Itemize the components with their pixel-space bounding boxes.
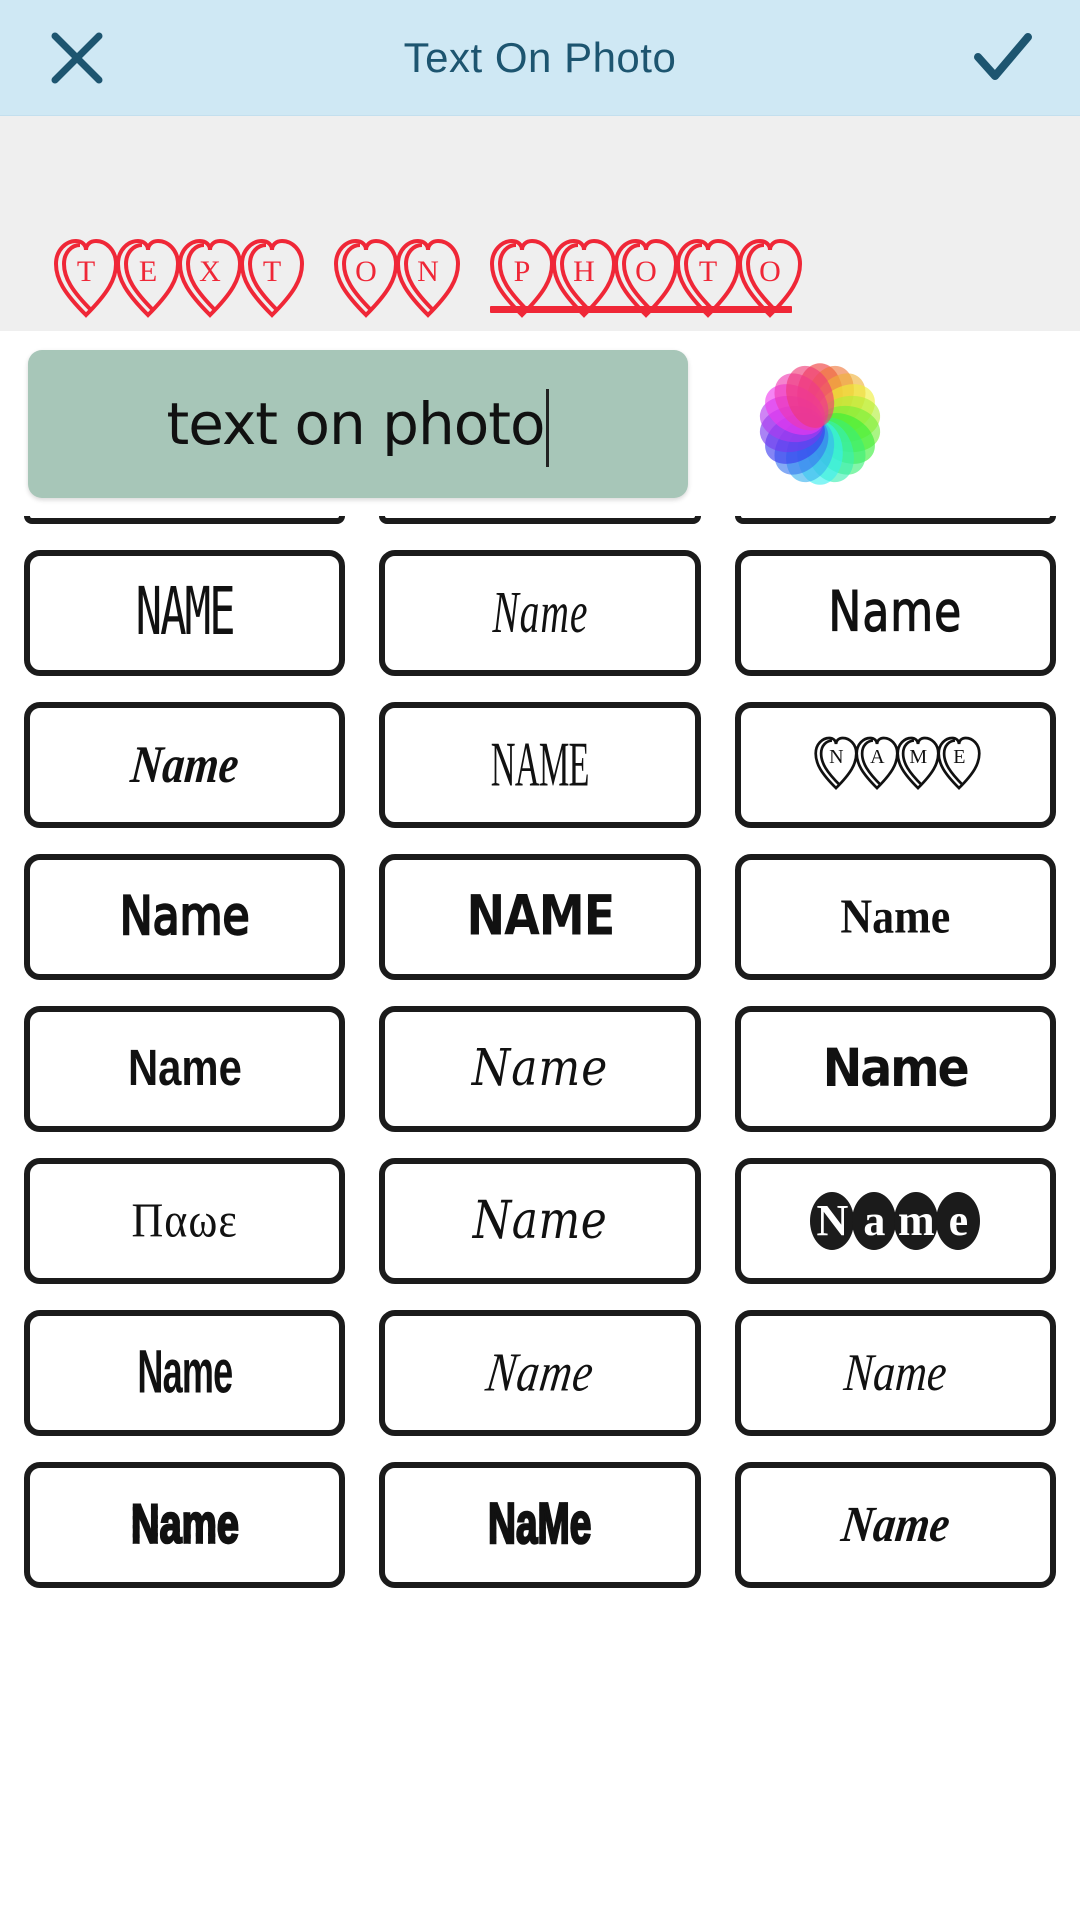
font-style-serif-condensed[interactable]: NAME [379,702,701,828]
font-style-sample: NAME [466,884,615,949]
font-style-rounded-outline[interactable]: Name [734,550,1056,676]
heart-letter: N [813,731,859,791]
font-style-inverted[interactable]: Name [734,1158,1056,1284]
preview-text: T E X T O N P H O T O [52,231,803,319]
editor-row: text on photo [0,331,1080,516]
font-style-sample: Name [130,1493,240,1555]
font-style-sample: Name [828,580,963,645]
confirm-button[interactable] [966,21,1040,95]
font-style-elegant[interactable]: Name [379,1006,701,1132]
font-style-grid: NAME Name Name Name NAME N A M E Name NA… [0,550,1080,1588]
font-style-outline[interactable]: Name [24,854,346,980]
font-style-serif[interactable]: Name [734,854,1056,980]
font-style-greek[interactable]: Παωε [24,1158,346,1284]
font-style-dotted[interactable]: NaMe [379,1462,701,1588]
preview-underline [490,306,792,313]
heart-letter: M [895,731,941,791]
font-style-card[interactable] [379,516,701,524]
inverted-letter: N [810,1192,855,1250]
font-style-funky[interactable]: NAME [379,854,701,980]
font-style-bubble[interactable]: Name [734,1006,1056,1132]
preview-heart-letter: T [238,231,306,319]
font-style-fancy-script[interactable]: Name [379,1158,701,1284]
font-style-sample: Παωε [131,1193,238,1248]
page-title: Text On Photo [403,33,677,81]
font-style-sample: NAME [135,574,236,651]
font-style-patterned[interactable]: Name [24,1462,346,1588]
color-wheel-icon [744,362,896,504]
font-style-thin-script[interactable]: Name [379,550,701,676]
font-style-sample: NAME [491,728,590,800]
photo-preview-canvas[interactable]: T E X T O N P H O T O [0,116,1080,331]
preview-heart-letter: X [176,231,244,319]
heart-letter: E [936,731,982,791]
font-style-hearts[interactable]: N A M E [734,702,1056,828]
checkmark-icon [972,29,1034,87]
app-header: Text On Photo [0,0,1080,116]
font-style-sample: NaMe [487,1492,592,1557]
text-caret [546,388,550,467]
font-style-sample: Name [842,1343,949,1402]
font-style-bold-script[interactable]: Name [24,702,346,828]
font-style-sample: Name [822,1037,970,1099]
text-input-value: text on photo [166,389,546,458]
font-style-sample: Name [119,885,251,947]
font-style-sample: Name [471,1039,609,1098]
text-input-field[interactable]: text on photo [28,349,688,498]
preview-heart-letter: E [114,231,182,319]
font-style-sketch[interactable]: NAME [24,550,346,676]
font-style-sample: Name [810,1192,981,1250]
font-style-sample: Name [491,579,588,646]
close-button[interactable] [40,21,114,95]
font-style-sample: Name [840,889,951,944]
preview-heart-letter: N [394,231,462,319]
preview-heart-letter: T [52,231,120,319]
font-style-sample: Name [128,735,242,794]
font-style-card[interactable] [24,516,346,524]
font-style-list[interactable]: NAME Name Name Name NAME N A M E Name NA… [0,516,1080,1920]
font-style-sample: Name [838,1496,953,1553]
inverted-letter: m [894,1192,939,1250]
font-style-card[interactable] [734,516,1056,524]
font-style-sample: Name [137,1338,233,1407]
font-style-brush[interactable]: Name [734,1462,1056,1588]
font-style-sample: Name [472,1189,608,1251]
font-row-partial-top [0,516,1080,524]
inverted-letter: e [936,1192,981,1250]
font-style-sample: N A M E [813,731,981,799]
color-picker-button[interactable] [744,348,896,500]
preview-heart-letter: O [332,231,400,319]
font-style-sample: Name [482,1341,598,1403]
inverted-letter: a [852,1192,897,1250]
font-style-bold-sans[interactable]: Name [24,1006,346,1132]
font-style-sample: Name [127,1040,242,1097]
font-style-italic-script[interactable]: Name [734,1310,1056,1436]
font-style-calligraphy[interactable]: Name [379,1310,701,1436]
heart-letter: A [854,731,900,791]
close-x-icon [48,29,106,87]
font-style-condensed-bold[interactable]: Name [24,1310,346,1436]
